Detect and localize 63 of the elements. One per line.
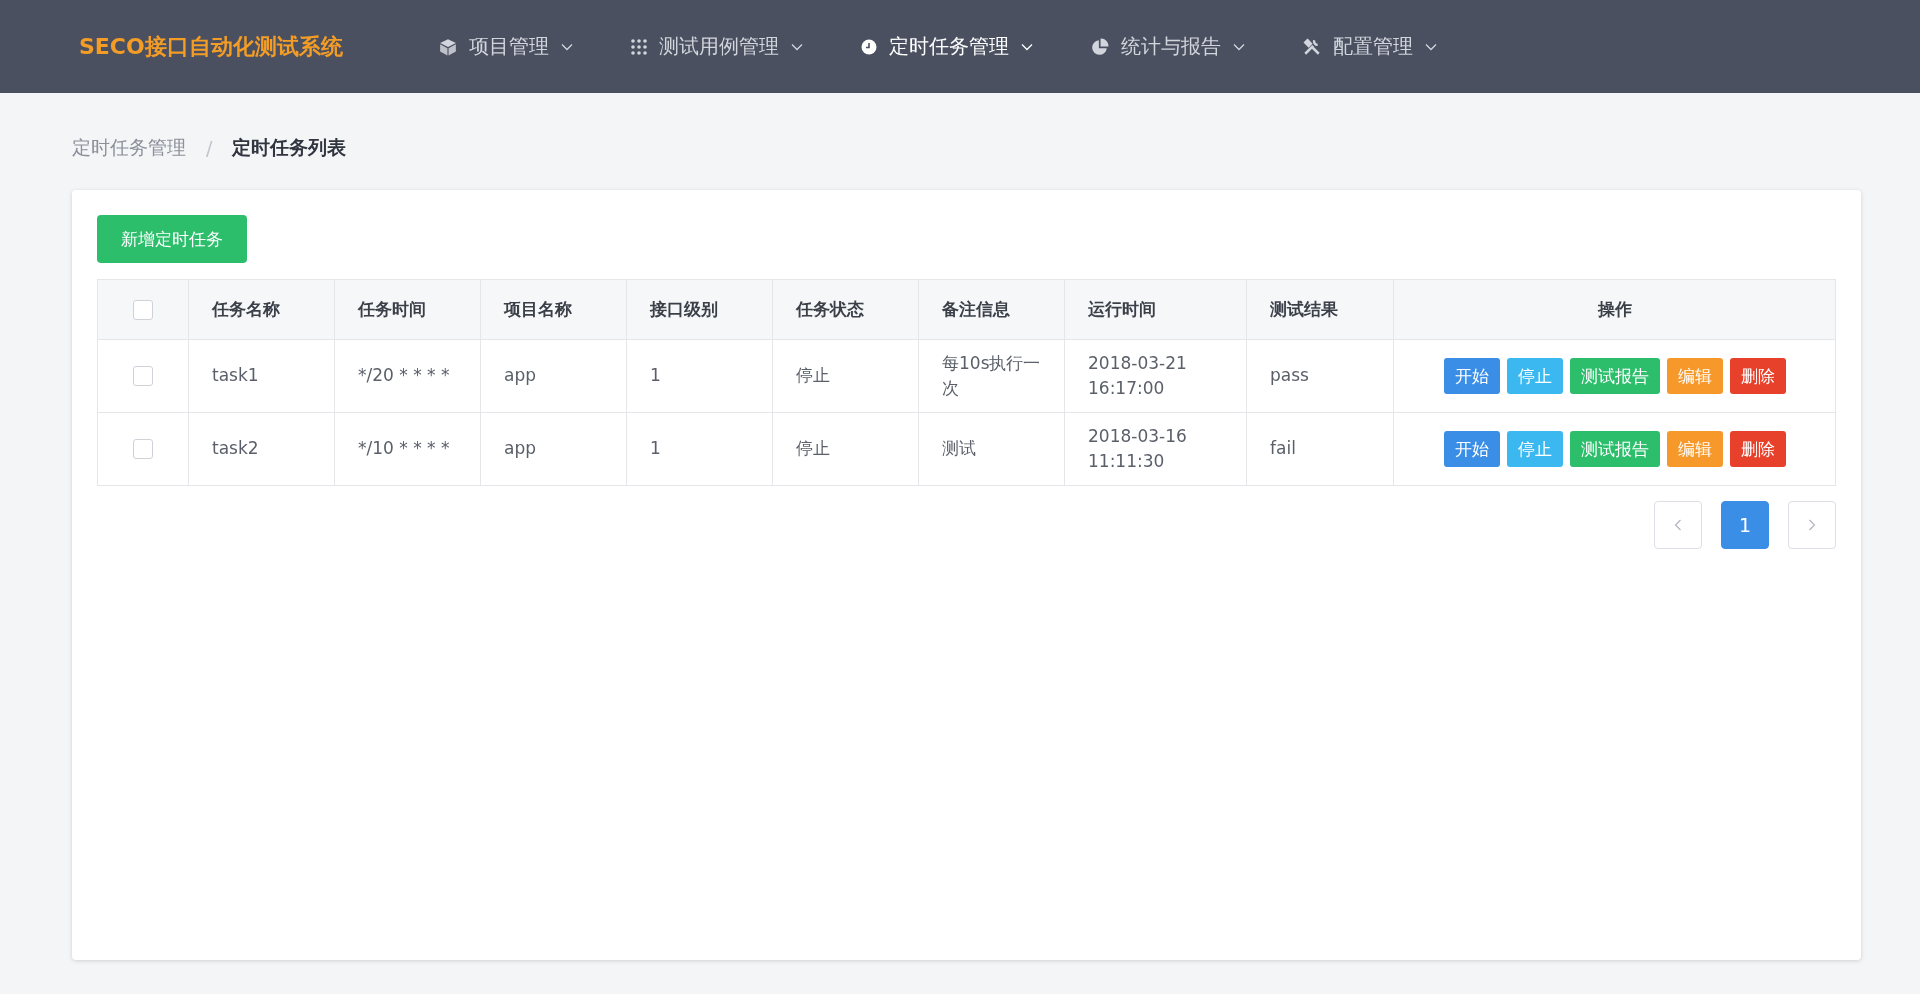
nav-menu-item[interactable]: 项目管理 (439, 33, 573, 60)
chevron-left-icon (1674, 519, 1682, 531)
action-button[interactable]: 删除 (1729, 431, 1786, 467)
column-header: 接口级别 (650, 299, 718, 319)
action-button[interactable]: 编辑 (1666, 431, 1723, 467)
table-cell: 1 (650, 365, 661, 386)
action-button[interactable]: 停止 (1506, 431, 1563, 467)
pie-chart-icon (1091, 37, 1109, 56)
action-button[interactable]: 删除 (1729, 358, 1786, 394)
table-cell: task2 (212, 438, 259, 459)
row-checkbox[interactable] (133, 366, 153, 387)
column-header: 操作 (1597, 299, 1632, 319)
chevron-down-icon (1021, 42, 1033, 51)
table-cell: 2018-03-16 11:11:30 (1088, 425, 1187, 471)
table-cell: 2018-03-21 16:17:00 (1088, 352, 1187, 398)
action-button[interactable]: 开始 (1443, 358, 1500, 394)
table-cell: task1 (212, 365, 259, 386)
nav-menu-item[interactable]: 统计与报告 (1091, 33, 1245, 60)
table-cell: 1 (650, 438, 661, 459)
row-checkbox[interactable] (133, 439, 153, 460)
breadcrumb-separator: / (206, 137, 213, 159)
column-header: 任务时间 (358, 299, 426, 319)
action-button[interactable]: 开始 (1443, 431, 1500, 467)
column-header: 运行时间 (1088, 299, 1156, 319)
table-cell: */20 * * * * (358, 365, 450, 386)
app-title: SECO接口自动化测试系统 (79, 32, 344, 61)
grid-icon (631, 38, 647, 55)
table-cell: pass (1270, 365, 1309, 386)
table-cell: app (504, 365, 536, 386)
previous-page-button[interactable] (1654, 501, 1702, 549)
column-header: 任务状态 (796, 299, 864, 319)
select-all-checkbox[interactable] (133, 300, 153, 320)
clock-icon (861, 38, 877, 55)
column-header: 测试结果 (1270, 299, 1338, 319)
breadcrumb-item: 定时任务列表 (232, 135, 347, 160)
next-page-button[interactable] (1788, 501, 1836, 549)
nav-menu-item[interactable]: 配置管理 (1303, 33, 1437, 60)
table-cell: 每10s执行一次 (942, 352, 1041, 398)
chevron-down-icon (791, 42, 803, 51)
tools-icon (1303, 37, 1321, 56)
chevron-down-icon (1233, 42, 1245, 51)
nav-menu-item[interactable]: 定时任务管理 (861, 33, 1033, 60)
chevron-down-icon (1425, 42, 1437, 51)
chevron-right-icon (1808, 519, 1816, 531)
column-header: 备注信息 (942, 299, 1010, 319)
action-button[interactable]: 测试报告 (1569, 431, 1660, 467)
action-button[interactable]: 停止 (1506, 358, 1563, 394)
column-header: 项目名称 (504, 299, 572, 319)
cube-icon (439, 37, 457, 56)
action-button[interactable]: 编辑 (1666, 358, 1723, 394)
page-number-button[interactable]: 1 (1721, 501, 1769, 549)
table-cell: */10 * * * * (358, 438, 450, 459)
action-button[interactable]: 测试报告 (1569, 358, 1660, 394)
add-task-button[interactable]: 新增定时任务 (97, 215, 247, 263)
column-header: 任务名称 (212, 299, 280, 319)
table-cell: 测试 (942, 438, 976, 459)
table-cell: app (504, 438, 536, 459)
table-cell: fail (1270, 438, 1296, 459)
nav-menu-item[interactable]: 测试用例管理 (631, 33, 803, 60)
breadcrumb-item[interactable]: 定时任务管理 (72, 135, 186, 161)
table-cell: 停止 (796, 438, 830, 459)
chevron-down-icon (561, 42, 573, 51)
table-cell: 停止 (796, 365, 830, 386)
